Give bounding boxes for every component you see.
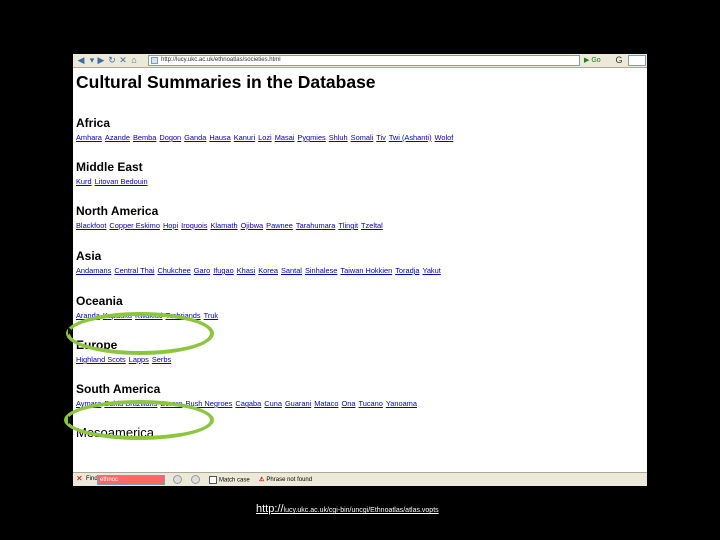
society-link[interactable]: Cuna xyxy=(264,399,282,408)
region-heading: Oceania xyxy=(76,294,123,308)
caption-url[interactable]: lucy.ukc.ac.uk/cgi-bin/uncgi/Ethnoatlas/… xyxy=(284,507,439,514)
region-links: Highland Scots Lapps Serbs xyxy=(76,355,174,364)
society-link[interactable]: Dogon xyxy=(159,133,181,142)
match-case-label: Match case xyxy=(219,477,250,484)
checkbox-icon xyxy=(209,476,217,484)
society-link[interactable]: Klamath xyxy=(210,221,237,230)
society-link[interactable]: Pawnee xyxy=(266,221,293,230)
society-link[interactable]: Ifugao xyxy=(213,266,234,275)
society-link[interactable]: Tarahumara xyxy=(296,221,335,230)
region-links: Blackfoot Copper Eskimo Hopi Iroquois Klamat… xyxy=(76,221,386,230)
address-bar[interactable]: http://lucy.ukc.ac.uk/ethnoatlas/societi… xyxy=(148,55,580,66)
society-link[interactable]: Ganda xyxy=(184,133,206,142)
society-link[interactable]: Hausa xyxy=(209,133,230,142)
bullet-marker xyxy=(68,416,73,424)
society-link[interactable]: Lozi xyxy=(258,133,272,142)
society-link[interactable]: Guarani xyxy=(285,399,311,408)
society-link[interactable]: Twi (Ashanti) xyxy=(389,133,432,142)
match-case-checkbox[interactable]: Match case xyxy=(209,476,250,484)
warning-icon: ⚠ xyxy=(259,477,265,483)
society-link[interactable]: Highland Scots xyxy=(76,355,126,364)
search-input[interactable] xyxy=(628,55,646,66)
society-link[interactable]: Shluh xyxy=(329,133,348,142)
close-icon[interactable]: ✕ xyxy=(76,475,83,483)
highlight-circle-europe xyxy=(66,312,214,355)
region-heading: Middle East xyxy=(76,160,143,174)
society-link[interactable]: Tucano xyxy=(358,399,382,408)
go-icon: ▶ xyxy=(584,57,590,64)
society-link[interactable]: Bemba xyxy=(133,133,156,142)
region-heading: Asia xyxy=(76,249,102,263)
society-link[interactable]: Serbs xyxy=(152,355,171,364)
go-label: Go xyxy=(591,57,601,64)
society-link[interactable]: Chukchee xyxy=(157,266,190,275)
society-link[interactable]: Lapps xyxy=(129,355,149,364)
region-heading: South America xyxy=(76,382,161,396)
stop-icon[interactable]: ✕ xyxy=(118,55,128,65)
society-link[interactable]: Ojibwa xyxy=(241,221,264,230)
society-link[interactable]: Khasi xyxy=(237,266,256,275)
find-next-button[interactable] xyxy=(173,475,182,484)
society-link[interactable]: Wolof xyxy=(435,133,454,142)
society-link[interactable]: Central Thai xyxy=(114,266,154,275)
society-link[interactable]: Litovan Bedouin xyxy=(95,177,148,186)
region-links: Kurd Litovan Bedouin xyxy=(76,177,151,186)
find-status: ⚠ Phrase not found xyxy=(259,476,312,483)
back-icon[interactable]: ◀ xyxy=(76,55,86,65)
society-link[interactable]: Yakut xyxy=(422,266,440,275)
society-link[interactable]: Amhara xyxy=(76,133,102,142)
society-link[interactable]: Pygmies xyxy=(297,133,325,142)
society-link[interactable]: Kanuri xyxy=(234,133,255,142)
society-link[interactable]: Garo xyxy=(194,266,210,275)
find-status-text: Phrase not found xyxy=(266,477,313,483)
page-title: Cultural Summaries in the Database xyxy=(76,72,376,92)
highlight-circle-mesoamerica xyxy=(64,400,214,440)
search-engine-icon[interactable]: G xyxy=(614,55,624,65)
society-link[interactable]: Mataco xyxy=(314,399,338,408)
society-link[interactable]: Tiv xyxy=(376,133,386,142)
society-link[interactable]: Truk xyxy=(204,311,219,320)
forward-icon[interactable]: ▶ xyxy=(96,55,106,65)
reload-icon[interactable]: ↻ xyxy=(107,55,117,65)
bullet-marker xyxy=(68,327,73,335)
society-link[interactable]: Copper Eskimo xyxy=(109,221,160,230)
society-link[interactable]: Yanoama xyxy=(386,399,417,408)
society-link[interactable]: Andamans xyxy=(76,266,111,275)
society-link[interactable]: Sinhalese xyxy=(305,266,337,275)
source-caption: http://lucy.ukc.ac.uk/cgi-bin/uncgi/Ethn… xyxy=(256,503,439,515)
society-link[interactable]: Toradja xyxy=(395,266,419,275)
find-input[interactable]: ethnoc xyxy=(97,475,165,485)
society-link[interactable]: Iroquois xyxy=(181,221,207,230)
society-link[interactable]: Tlingit xyxy=(338,221,358,230)
go-button[interactable]: ▶ Go xyxy=(584,55,601,66)
society-link[interactable]: Hopi xyxy=(163,221,178,230)
region-heading: Africa xyxy=(76,116,111,130)
society-link[interactable]: Azande xyxy=(105,133,130,142)
society-link[interactable]: Blackfoot xyxy=(76,221,106,230)
society-link[interactable]: Ona xyxy=(341,399,355,408)
page-icon xyxy=(151,57,158,64)
society-link[interactable]: Tzeltal xyxy=(361,221,383,230)
society-link[interactable]: Cagaba xyxy=(235,399,261,408)
society-link[interactable]: Somali xyxy=(351,133,374,142)
society-link[interactable]: Taiwan Hokkien xyxy=(340,266,392,275)
society-link[interactable]: Santal xyxy=(281,266,302,275)
find-previous-button[interactable] xyxy=(191,475,200,484)
region-heading: North America xyxy=(76,204,159,218)
society-link[interactable]: Kurd xyxy=(76,177,92,186)
find-bar: ✕ Find: ethnoc Match case ⚠ Phrase not fo… xyxy=(73,472,647,486)
region-links: Amhara Azande Bemba Dogon Ganda Hausa Kanuri Lo… xyxy=(76,133,456,142)
address-text: http://lucy.ukc.ac.uk/ethnoatlas/societi… xyxy=(161,57,281,63)
region-links: Andamans Central Thai Chukchee Garo Ifugao Kh… xyxy=(76,266,444,275)
society-link[interactable]: Masai xyxy=(275,133,295,142)
caption-protocol: http:// xyxy=(256,503,284,515)
society-link[interactable]: Korea xyxy=(258,266,278,275)
navigation-toolbar: ◀ ▾ ▶ ↻ ✕ ⌂ http://lucy.ukc.ac.uk/ethnoa… xyxy=(73,54,647,68)
home-icon[interactable]: ⌂ xyxy=(129,55,139,65)
